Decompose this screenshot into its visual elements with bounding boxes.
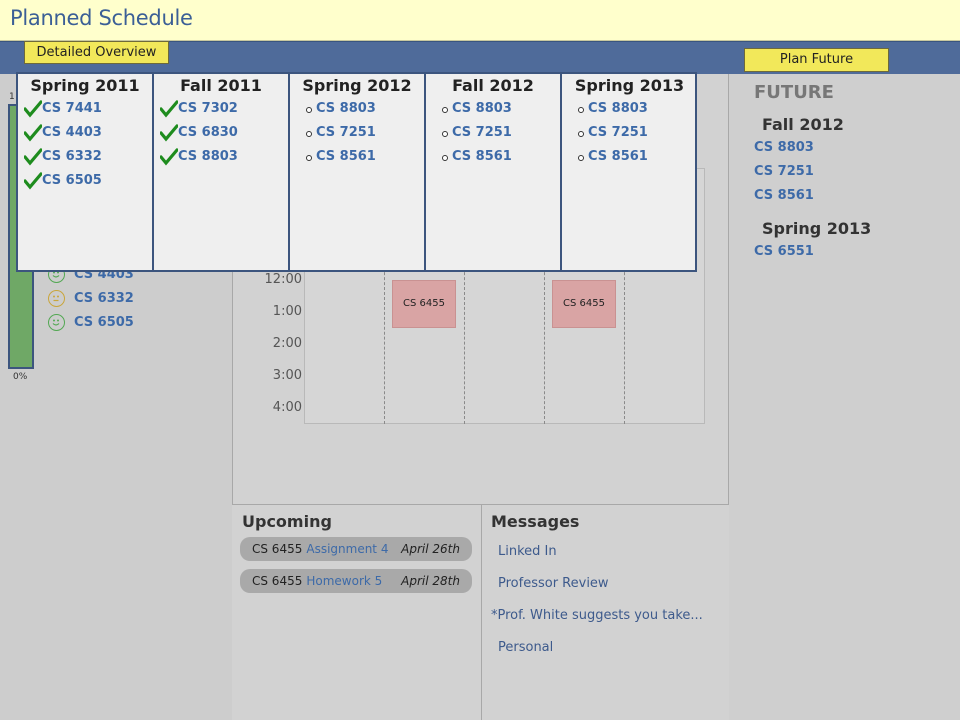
course-code: CS 6332 — [74, 291, 134, 306]
planned-bullet-icon — [306, 131, 312, 137]
semester-course[interactable]: CS 7251 — [452, 125, 512, 140]
upcoming-item[interactable]: CS 6455 Homework 5 April 28th — [240, 569, 472, 593]
course-list-item[interactable]: CS 6332 — [48, 290, 134, 310]
semester-column: Spring 2011 CS 7441 CS 4403 CS 6332 CS 6… — [18, 74, 154, 272]
semester-title: Fall 2011 — [180, 76, 262, 95]
future-course[interactable]: CS 6551 — [754, 244, 814, 259]
semester-course[interactable]: CS 7302 — [178, 101, 238, 116]
message-item[interactable]: Linked In — [498, 544, 557, 559]
checkmark-icon — [160, 148, 178, 166]
time-label: 4:00 — [272, 400, 302, 415]
future-title: FUTURE — [754, 82, 834, 103]
neutral-face-icon — [48, 290, 65, 307]
semester-course[interactable]: CS 7251 — [588, 125, 648, 140]
upcoming-item[interactable]: CS 6455 Assignment 4 April 26th — [240, 537, 472, 561]
semester-course[interactable]: CS 8803 — [452, 101, 512, 116]
future-course[interactable]: CS 8561 — [754, 188, 814, 203]
semester-course[interactable]: CS 8803 — [178, 149, 238, 164]
upcoming-task: Homework 5 — [306, 574, 383, 588]
upcoming-panel: Upcoming CS 6455 Assignment 4 April 26th C… — [232, 504, 481, 720]
message-item[interactable]: *Prof. White suggests you take... — [491, 608, 703, 623]
planned-bullet-icon — [442, 155, 448, 161]
semester-title: Spring 2012 — [302, 76, 412, 95]
calendar-event[interactable]: CS 6455 — [552, 280, 616, 328]
happy-face-icon — [48, 314, 65, 331]
upcoming-course: CS 6455 — [252, 574, 303, 588]
planned-bullet-icon — [578, 155, 584, 161]
planned-bullet-icon — [578, 107, 584, 113]
page-title: Planned Schedule — [10, 6, 193, 30]
planned-bullet-icon — [578, 131, 584, 137]
future-course[interactable]: CS 8803 — [754, 140, 814, 155]
plan-future-button[interactable]: Plan Future — [744, 48, 889, 72]
time-label: 1:00 — [272, 304, 302, 319]
semester-course[interactable]: CS 8561 — [316, 149, 376, 164]
title-bar: Planned Schedule — [0, 0, 960, 41]
semester-course[interactable]: CS 8803 — [588, 101, 648, 116]
checkmark-icon — [24, 100, 42, 118]
semester-column: Fall 2011 CS 7302 CS 6830 CS 8803 — [154, 74, 290, 272]
detailed-overview-button[interactable]: Detailed Overview — [24, 41, 169, 64]
course-code: CS 6505 — [74, 315, 134, 330]
messages-panel: Messages Linked In Professor Review *Pro… — [481, 504, 729, 720]
checkmark-icon — [160, 124, 178, 142]
progress-bottom-label: 0% — [13, 372, 28, 382]
semester-title: Spring 2013 — [574, 76, 685, 95]
semester-course[interactable]: CS 6830 — [178, 125, 238, 140]
messages-title: Messages — [491, 512, 580, 531]
time-label: 12:00 — [264, 272, 302, 287]
checkmark-icon — [24, 148, 42, 166]
future-semester-title: Spring 2013 — [762, 219, 872, 238]
semester-course[interactable]: CS 8561 — [452, 149, 512, 164]
semester-column: Spring 2012 CS 8803 CS 7251 CS 8561 — [290, 74, 426, 272]
planned-bullet-icon — [442, 131, 448, 137]
planned-bullet-icon — [306, 107, 312, 113]
semester-course[interactable]: CS 8561 — [588, 149, 648, 164]
message-item[interactable]: Personal — [498, 640, 553, 655]
planned-bullet-icon — [306, 155, 312, 161]
upcoming-date: April 28th — [401, 574, 460, 588]
upcoming-task: Assignment 4 — [306, 542, 389, 556]
planned-bullet-icon — [442, 107, 448, 113]
checkmark-icon — [24, 172, 42, 190]
calendar-event[interactable]: CS 6455 — [392, 280, 456, 328]
semester-course[interactable]: CS 7441 — [42, 101, 102, 116]
semester-title: Fall 2012 — [452, 76, 534, 95]
semester-course[interactable]: CS 8803 — [316, 101, 376, 116]
checkmark-icon — [24, 124, 42, 142]
checkmark-icon — [160, 100, 178, 118]
semester-course[interactable]: CS 6332 — [42, 149, 102, 164]
semester-column: Spring 2013 CS 8803 CS 7251 CS 8561 — [562, 74, 697, 272]
future-semester-title: Fall 2012 — [762, 115, 844, 134]
upcoming-date: April 26th — [401, 542, 460, 556]
semester-column: Fall 2012 CS 8803 CS 7251 CS 8561 — [426, 74, 562, 272]
semester-course[interactable]: CS 4403 — [42, 125, 102, 140]
semester-title: Spring 2011 — [30, 76, 140, 95]
detailed-overview-popup: Spring 2011 CS 7441 CS 4403 CS 6332 CS 6… — [16, 72, 697, 272]
time-label: 2:00 — [272, 336, 302, 351]
semester-course[interactable]: CS 6505 — [42, 173, 102, 188]
time-label: 3:00 — [272, 368, 302, 383]
future-course[interactable]: CS 7251 — [754, 164, 814, 179]
course-list-item[interactable]: CS 6505 — [48, 314, 134, 334]
upcoming-course: CS 6455 — [252, 542, 303, 556]
upcoming-title: Upcoming — [242, 512, 332, 531]
progress-top-label: 1 — [9, 92, 15, 102]
semester-course[interactable]: CS 7251 — [316, 125, 376, 140]
message-item[interactable]: Professor Review — [498, 576, 609, 591]
